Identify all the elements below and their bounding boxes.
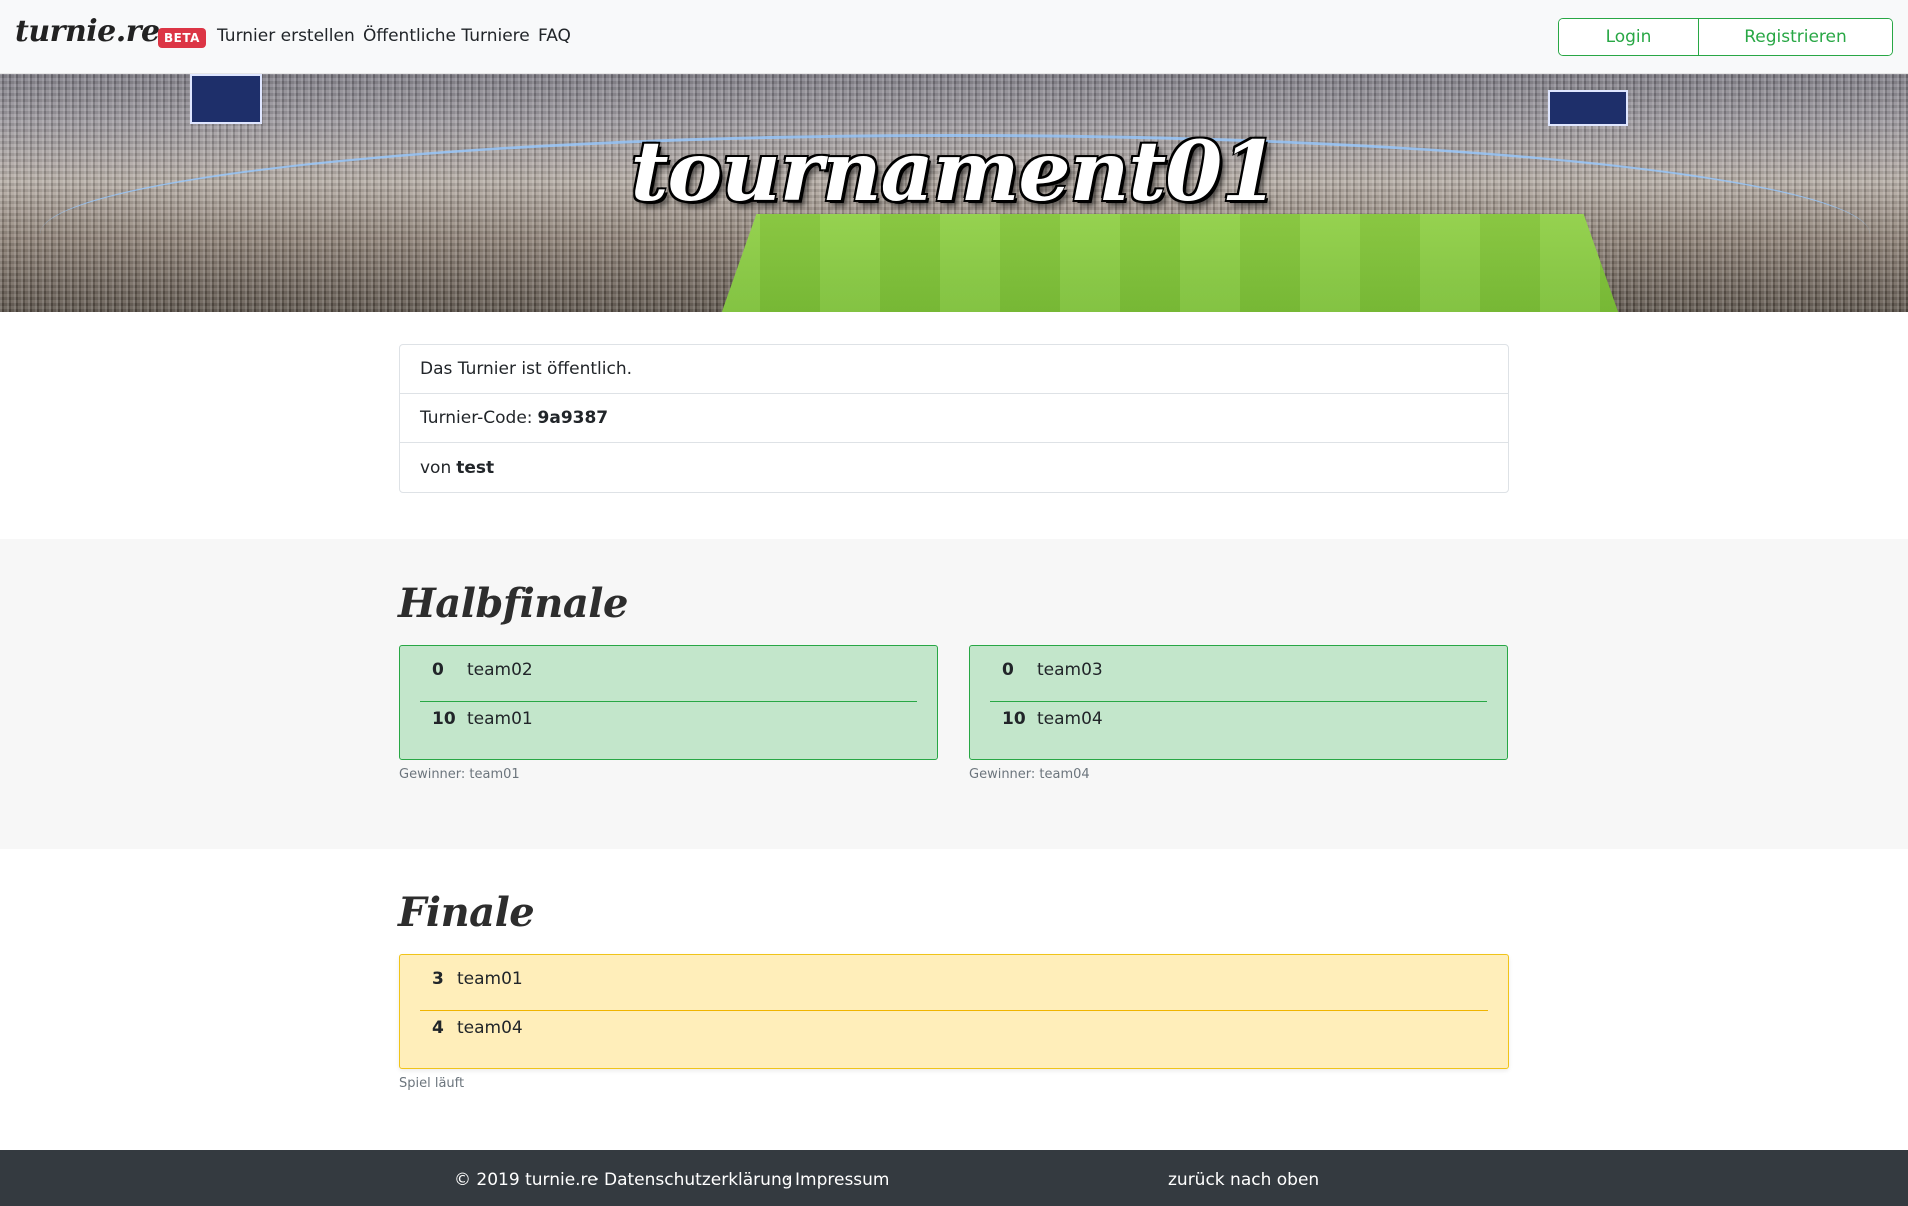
tournament-code-value: 9a9387 bbox=[537, 408, 609, 428]
brand-logo[interactable]: turnie.re bbox=[15, 14, 160, 49]
back-to-top-link[interactable]: zurück nach oben bbox=[1168, 1170, 1319, 1190]
halbfinale-section bbox=[0, 539, 1908, 849]
register-button[interactable]: Registrieren bbox=[1699, 19, 1892, 55]
scoreboard-right-image bbox=[1548, 90, 1628, 126]
footer: © 2019 turnie.re · Datenschutzerklärung … bbox=[0, 1150, 1908, 1206]
owner-value: test bbox=[456, 457, 495, 478]
team-name: team01 bbox=[457, 969, 523, 989]
tournament-code-row: Turnier-Code: 9a9387 bbox=[400, 394, 1508, 443]
match-row: 3 team01 bbox=[420, 955, 1488, 1003]
match-score: 10 bbox=[1002, 709, 1026, 729]
finale-title: Finale bbox=[398, 889, 535, 936]
owner-label: von bbox=[420, 457, 452, 478]
match-card[interactable]: 0 team03 10 team04 bbox=[969, 645, 1508, 760]
team-name: team04 bbox=[457, 1018, 523, 1038]
team-name: team02 bbox=[467, 660, 533, 680]
team-name: team04 bbox=[1037, 709, 1103, 729]
match-row: 4 team04 bbox=[420, 1004, 1488, 1052]
match-row: 0 team03 bbox=[990, 646, 1487, 694]
navbar: turnie.re BETA Turnier erstellen Öffentl… bbox=[0, 0, 1908, 74]
halbfinale-title: Halbfinale bbox=[398, 580, 628, 627]
auth-button-group: Login Registrieren bbox=[1558, 18, 1893, 56]
match-row: 10 team01 bbox=[420, 695, 917, 743]
login-button[interactable]: Login bbox=[1559, 19, 1699, 55]
team-name: team03 bbox=[1037, 660, 1103, 680]
match-status-note: Spiel läuft bbox=[399, 1076, 465, 1091]
match-score: 0 bbox=[1002, 660, 1014, 680]
match-score: 0 bbox=[432, 660, 444, 680]
public-status-row: Das Turnier ist öffentlich. bbox=[400, 345, 1508, 394]
footer-separator: · bbox=[785, 1170, 791, 1190]
match-score: 4 bbox=[432, 1018, 444, 1038]
hero-banner: tournament01 bbox=[0, 74, 1908, 312]
match-score: 10 bbox=[432, 709, 456, 729]
beta-badge: BETA bbox=[158, 28, 206, 48]
team-name: team01 bbox=[467, 709, 533, 729]
footer-imprint-link[interactable]: Impressum bbox=[795, 1170, 890, 1190]
match-winner-note: Gewinner: team01 bbox=[399, 767, 520, 782]
match-card[interactable]: 0 team02 10 team01 bbox=[399, 645, 938, 760]
scoreboard-left-image bbox=[190, 74, 262, 124]
nav-link-faq[interactable]: FAQ bbox=[538, 26, 571, 46]
tournament-code-label: Turnier-Code: bbox=[420, 408, 533, 428]
nav-link-public-tournaments[interactable]: Öffentliche Turniere bbox=[363, 26, 530, 46]
footer-separator: · bbox=[594, 1170, 600, 1190]
match-score: 3 bbox=[432, 969, 444, 989]
match-winner-note: Gewinner: team04 bbox=[969, 767, 1090, 782]
tournament-title: tournament01 bbox=[630, 124, 1279, 220]
public-status-text: Das Turnier ist öffentlich. bbox=[420, 359, 633, 379]
tournament-info-card: Das Turnier ist öffentlich. Turnier-Code… bbox=[399, 344, 1509, 493]
owner-row: von test bbox=[400, 443, 1508, 492]
footer-copyright: © 2019 turnie.re bbox=[454, 1170, 598, 1190]
match-row: 0 team02 bbox=[420, 646, 917, 694]
nav-link-create-tournament[interactable]: Turnier erstellen bbox=[217, 26, 355, 46]
footer-privacy-link[interactable]: Datenschutzerklärung bbox=[604, 1170, 793, 1190]
match-row: 10 team04 bbox=[990, 695, 1487, 743]
match-card-live[interactable]: 3 team01 4 team04 bbox=[399, 954, 1509, 1069]
